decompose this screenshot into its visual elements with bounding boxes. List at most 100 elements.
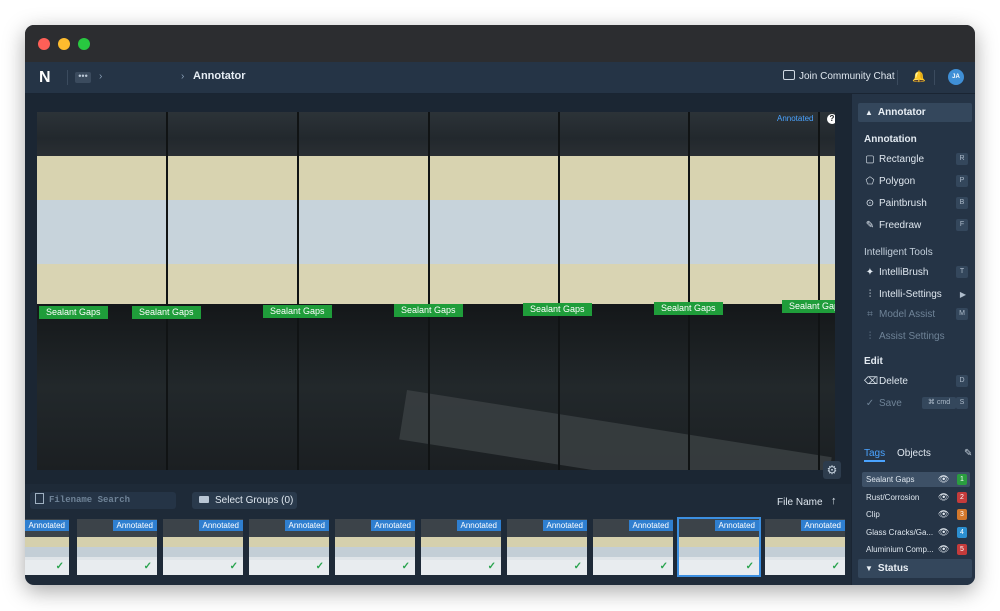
annotation-canvas-area: Annotated ? Sealant Gaps Sealant Gaps Se… xyxy=(25,94,851,484)
facade-cream-panel xyxy=(37,156,835,200)
polygon-tool[interactable]: ⬠ Polygon P xyxy=(864,175,968,189)
eye-icon[interactable]: 👁 xyxy=(938,490,949,505)
cmd-shortcut-key: ⌘ cmd xyxy=(922,397,956,409)
annotation-section-title: Annotation xyxy=(864,134,917,145)
annotator-panel-header[interactable]: ▲ Annotator xyxy=(858,103,972,122)
select-groups-button[interactable]: Select Groups (0) xyxy=(192,492,297,509)
tag-name: Glass Cracks/Ga... xyxy=(866,527,934,537)
chevron-right-icon: ▶ xyxy=(959,290,966,299)
thumbnail[interactable]: Annotated ✓ xyxy=(507,519,587,575)
check-icon: ✓ xyxy=(401,561,410,572)
thumbnail[interactable]: Annotated ✓ xyxy=(335,519,415,575)
canvas-settings-button[interactable]: ⚙ xyxy=(823,461,841,479)
thumbnail-image xyxy=(335,547,415,557)
thumbnail[interactable]: Annotated ✓ xyxy=(677,517,761,577)
check-icon: ✓ xyxy=(229,561,238,572)
tool-label: IntelliBrush xyxy=(879,267,929,278)
annotation-label[interactable]: Sealant Gaps xyxy=(394,304,463,317)
annotation-image[interactable]: Annotated ? Sealant Gaps Sealant Gaps Se… xyxy=(37,112,835,470)
annotation-label[interactable]: Sealant Gaps xyxy=(263,305,332,318)
tag-row[interactable]: Clip 👁 3 xyxy=(862,507,970,522)
annotated-badge: Annotated xyxy=(542,520,587,531)
panel-title: Annotator xyxy=(877,107,926,118)
breadcrumb-separator: › xyxy=(181,71,185,82)
intelli-settings-menu[interactable]: ⫶ Intelli-Settings ▶ xyxy=(864,288,968,302)
app-window: N ••• › › Annotator Join Community Chat … xyxy=(25,25,975,585)
tag-row[interactable]: Sealant Gaps 👁 1 xyxy=(862,472,970,487)
tag-hotkey: 1 xyxy=(957,474,967,485)
file-toolbar: Filename Search Select Groups (0) File N… xyxy=(25,487,851,513)
eye-icon[interactable]: 👁 xyxy=(938,472,949,487)
eye-icon[interactable]: 👁 xyxy=(938,525,949,540)
tag-name: Sealant Gaps xyxy=(866,475,915,484)
annotated-badge: Annotated xyxy=(112,520,157,531)
app-logo[interactable]: N xyxy=(39,70,54,86)
thumbnail-image xyxy=(765,537,845,547)
thumbnail[interactable]: Annotated ✓ xyxy=(163,519,243,575)
close-window-button[interactable] xyxy=(38,38,50,50)
filename-search-input[interactable]: Filename Search xyxy=(30,492,176,509)
tag-hotkey: 2 xyxy=(957,491,967,503)
rectangle-tool[interactable]: ▢ Rectangle R xyxy=(864,153,968,167)
header-divider xyxy=(897,70,898,85)
thumbnail[interactable]: Annotated ✓ xyxy=(77,519,157,575)
tool-label: Save xyxy=(879,398,902,409)
select-groups-label: Select Groups (0) xyxy=(215,495,294,506)
eye-icon[interactable]: 👁 xyxy=(938,507,949,522)
eye-icon[interactable]: 👁 xyxy=(938,542,949,557)
app-header: N ••• › › Annotator Join Community Chat … xyxy=(25,62,975,94)
command-icon: ⌘ xyxy=(927,399,935,406)
pencil-icon: ✎ xyxy=(865,220,875,231)
breadcrumb-ellipsis[interactable]: ••• xyxy=(75,72,91,83)
status-panel-header[interactable]: ▼ Status xyxy=(858,559,972,578)
check-icon: ✓ xyxy=(315,561,324,572)
thumbnail-image xyxy=(25,537,69,547)
tag-row[interactable]: Glass Cracks/Ga... 👁 4 xyxy=(862,525,970,540)
annotation-label[interactable]: Sealant Gaps xyxy=(132,306,201,319)
tab-objects[interactable]: Objects xyxy=(897,448,931,459)
thumbnail-image xyxy=(507,547,587,557)
maximize-window-button[interactable] xyxy=(78,38,90,50)
sort-direction-icon[interactable]: ↑ xyxy=(831,495,837,507)
tool-label: Intelli-Settings xyxy=(879,289,942,300)
assist-settings-menu[interactable]: ⫶ Assist Settings xyxy=(864,330,968,344)
tag-name: Clip xyxy=(866,510,880,519)
model-assist-tool[interactable]: ⌗ Model Assist M xyxy=(864,308,968,322)
annotation-label[interactable]: Sealant Gaps xyxy=(523,303,592,316)
tag-hotkey: 4 xyxy=(957,526,967,538)
annotation-label[interactable]: Sealant Gap xyxy=(782,300,835,313)
paintbrush-icon: ⊙ xyxy=(865,198,875,209)
save-button[interactable]: ✓ Save ⌘ cmd S xyxy=(864,397,968,411)
annotation-label[interactable]: Sealant Gaps xyxy=(39,306,108,319)
avatar[interactable]: JA xyxy=(948,69,964,85)
freedraw-tool[interactable]: ✎ Freedraw F xyxy=(864,219,968,233)
join-community-button[interactable]: Join Community Chat xyxy=(783,70,895,82)
search-placeholder: Filename Search xyxy=(49,495,131,505)
thumbnail[interactable]: Annotated ✓ xyxy=(593,519,673,575)
tool-label: Model Assist xyxy=(879,309,936,320)
sort-field-label[interactable]: File Name xyxy=(777,497,823,508)
intellibrush-tool[interactable]: ✦ IntelliBrush T xyxy=(864,266,968,280)
facade-upper-glass xyxy=(37,112,835,156)
shortcut-key: D xyxy=(956,375,968,387)
paintbrush-tool[interactable]: ⊙ Paintbrush B xyxy=(864,197,968,211)
annotated-badge: Annotated xyxy=(628,520,673,531)
thumbnail-image xyxy=(335,537,415,547)
bell-icon[interactable]: 🔔 xyxy=(912,70,926,83)
tab-tags[interactable]: Tags xyxy=(864,448,886,462)
thumbnail[interactable]: Annotated ✓ xyxy=(421,519,501,575)
minimize-window-button[interactable] xyxy=(58,38,70,50)
edit-tags-icon[interactable]: ✎ xyxy=(964,448,972,459)
thumbnail[interactable]: Annotated ✓ xyxy=(25,519,69,575)
annotation-label[interactable]: Sealant Gaps xyxy=(654,302,723,315)
thumbnail[interactable]: Annotated ✓ xyxy=(249,519,329,575)
tag-row[interactable]: Rust/Corrosion 👁 2 xyxy=(862,490,970,505)
thumbnail[interactable]: Annotated ✓ xyxy=(765,519,845,575)
tag-row[interactable]: Aluminium Comp... 👁 5 xyxy=(862,542,970,557)
delete-button[interactable]: ⌫Delete D xyxy=(864,375,968,389)
edit-section-title: Edit xyxy=(864,356,883,367)
thumbnail-image xyxy=(249,537,329,547)
thumbnail-image xyxy=(77,537,157,547)
help-icon[interactable]: ? xyxy=(827,114,835,124)
thumbnail-image xyxy=(679,547,759,557)
